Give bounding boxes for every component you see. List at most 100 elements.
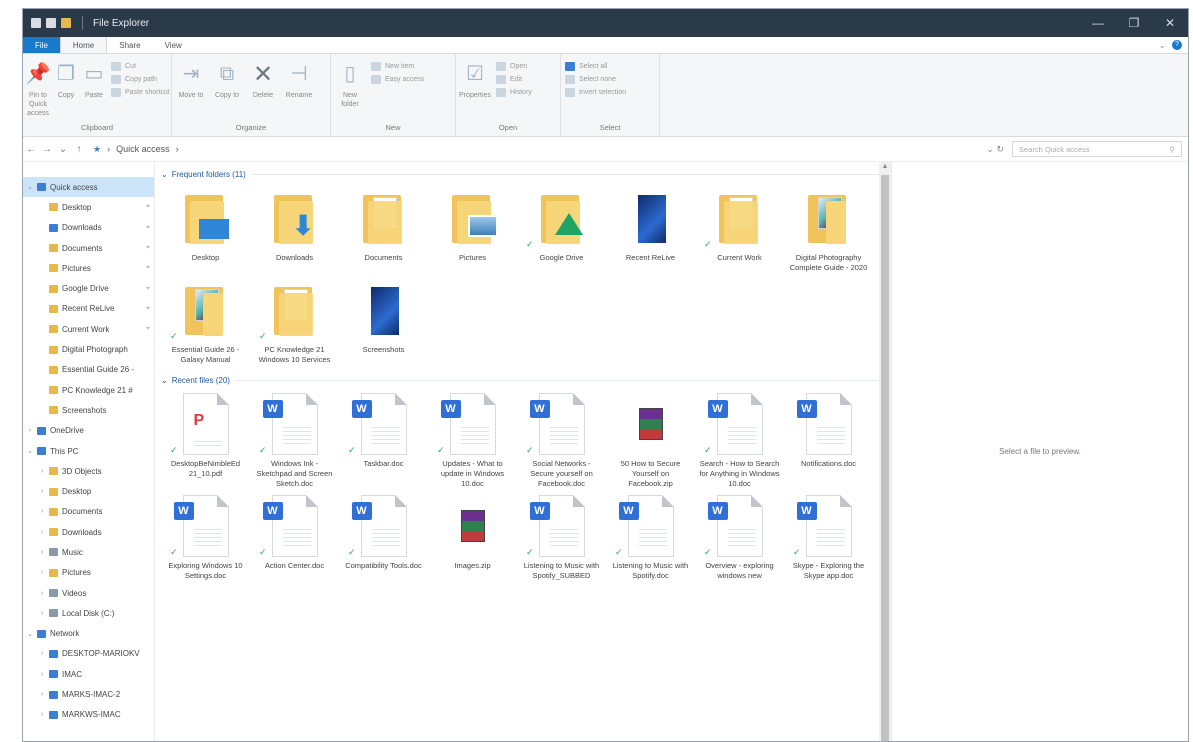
file-tile[interactable]: 50 How to Secure Yourself on Facebook.zi…: [606, 387, 695, 489]
pin-to-quick-access-button[interactable]: 📌 Pin to Quick access: [26, 58, 51, 121]
copy-to-button[interactable]: ⧉ Copy to: [212, 58, 242, 121]
vertical-scrollbar[interactable]: ▲: [879, 161, 891, 741]
file-tile[interactable]: W ✓ Search - How to Search for Anything in…: [695, 387, 784, 489]
folder-tile[interactable]: Documents: [339, 181, 428, 273]
breadcrumb[interactable]: ★ › Quick access ›: [93, 144, 179, 155]
nav-item[interactable]: PC Knowledge 21 #: [23, 380, 154, 400]
file-tile[interactable]: W ✓ Exploring Windows 10 Settings.doc: [161, 489, 250, 581]
file-tile[interactable]: W ✓ Updates - What to update in Windows 10…: [428, 387, 517, 489]
nav-item[interactable]: › DESKTOP-MARIOKV: [23, 644, 154, 664]
folder-tile[interactable]: Digital Photography Complete Guide - 202…: [784, 181, 873, 273]
file-tile[interactable]: Images.zip: [428, 489, 517, 581]
chevron-right-icon[interactable]: ›: [37, 590, 47, 597]
navigation-pane[interactable]: ⌄ Quick access Desktop ⌖ Downloads ⌖ Documents…: [23, 161, 155, 741]
nav-item[interactable]: ⌄ Quick access: [23, 177, 154, 198]
tab-share[interactable]: Share: [107, 37, 152, 53]
nav-item[interactable]: › MARKWS-IMAC: [23, 705, 154, 725]
refresh-icon[interactable]: ⌄ ↻: [986, 144, 1004, 155]
back-arrow-icon[interactable]: ←: [23, 144, 39, 155]
forward-arrow-icon[interactable]: →: [39, 144, 55, 155]
folder-tile[interactable]: ✓ PC Knowledge 21 Windows 10 Services: [250, 273, 339, 365]
nav-item[interactable]: › Local Disk (C:): [23, 603, 154, 623]
folder-tile[interactable]: ✓ Current Work: [695, 181, 784, 273]
help-icon[interactable]: ?: [1172, 40, 1182, 50]
chevron-right-icon[interactable]: ›: [37, 529, 47, 536]
close-button[interactable]: ✕: [1152, 16, 1188, 30]
up-arrow-icon[interactable]: ↑: [71, 144, 87, 155]
chevron-right-icon[interactable]: ›: [37, 488, 47, 495]
folder-tile[interactable]: ⬇ Downloads: [250, 181, 339, 273]
select-all-button[interactable]: Select all: [565, 62, 626, 71]
nav-item[interactable]: › Videos: [23, 583, 154, 603]
file-tile[interactable]: W ✓ Overview - exploring windows new: [695, 489, 784, 581]
paste-shortcut-button[interactable]: Paste shortcut: [111, 88, 170, 97]
nav-item[interactable]: › Documents: [23, 502, 154, 522]
maximize-button[interactable]: ❐: [1116, 16, 1152, 30]
invert-selection-button[interactable]: Invert selection: [565, 88, 626, 97]
folder-tile[interactable]: Desktop: [161, 181, 250, 273]
nav-item[interactable]: › IMAC: [23, 664, 154, 684]
nav-item[interactable]: Desktop ⌖: [23, 197, 154, 217]
new-item-button[interactable]: New item: [371, 62, 424, 71]
file-tile[interactable]: W ✓ Skype - Exploring the Skype app.doc: [784, 489, 873, 581]
new-folder-icon[interactable]: [61, 18, 71, 28]
tab-view[interactable]: View: [153, 37, 194, 53]
search-input[interactable]: Search Quick access ⚲: [1012, 141, 1182, 157]
easy-access-button[interactable]: Easy access: [371, 75, 424, 84]
nav-item[interactable]: Downloads ⌖: [23, 218, 154, 238]
open-button[interactable]: Open: [496, 62, 532, 71]
nav-item[interactable]: › Music: [23, 542, 154, 562]
move-to-button[interactable]: ⇥ Move to: [176, 58, 206, 121]
folder-tile[interactable]: Recent ReLive: [606, 181, 695, 273]
scrollbar-thumb[interactable]: [881, 175, 889, 741]
nav-item[interactable]: › OneDrive: [23, 421, 154, 441]
nav-item[interactable]: ⌄ This PC: [23, 441, 154, 461]
chevron-down-icon[interactable]: ⌄: [1158, 40, 1166, 51]
nav-item[interactable]: Documents ⌖: [23, 238, 154, 258]
chevron-down-icon[interactable]: ⌄: [25, 183, 35, 191]
group-header-frequent[interactable]: ⌄ Frequent folders (11): [161, 167, 891, 181]
file-tile[interactable]: P ✓ DesktopBeNimbleEd 21_10.pdf: [161, 387, 250, 489]
edit-button[interactable]: Edit: [496, 75, 532, 84]
file-tile[interactable]: W ✓ Compatibility Tools.doc: [339, 489, 428, 581]
nav-item[interactable]: › MARKS-IMAC-2: [23, 684, 154, 704]
delete-button[interactable]: ✕ Delete: [248, 58, 278, 121]
copy-button[interactable]: ❐ Copy: [55, 58, 77, 121]
scroll-up-arrow-icon[interactable]: ▲: [879, 163, 891, 170]
minimize-button[interactable]: —: [1080, 16, 1116, 30]
file-tile[interactable]: W ✓ Listening to Music with Spotify.doc: [606, 489, 695, 581]
nav-item[interactable]: › Downloads: [23, 522, 154, 542]
file-tile[interactable]: W ✓ Windows Ink - Sketchpad and Screen Ske…: [250, 387, 339, 489]
folder-tile[interactable]: Pictures: [428, 181, 517, 273]
nav-item[interactable]: › Pictures: [23, 563, 154, 583]
chevron-right-icon[interactable]: ›: [37, 549, 47, 556]
properties-icon[interactable]: [46, 18, 56, 28]
paste-button[interactable]: ▭ Paste: [83, 58, 105, 121]
file-tile[interactable]: W ✓ Action Center.doc: [250, 489, 339, 581]
folder-tile[interactable]: ✓ Essential Guide 26 - Galaxy Manual: [161, 273, 250, 365]
tab-file[interactable]: File: [23, 37, 60, 53]
chevron-down-icon[interactable]: ⌄: [25, 630, 35, 638]
chevron-right-icon[interactable]: ›: [37, 610, 47, 617]
select-none-button[interactable]: Select none: [565, 75, 626, 84]
cut-button[interactable]: Cut: [111, 62, 170, 71]
nav-item[interactable]: Digital Photograph: [23, 339, 154, 359]
file-tile[interactable]: W ✓ Taskbar.doc: [339, 387, 428, 489]
copy-path-button[interactable]: Copy path: [111, 75, 170, 84]
breadcrumb-quick-access[interactable]: Quick access: [116, 144, 170, 154]
group-header-recent[interactable]: ⌄ Recent files (20): [161, 373, 891, 387]
nav-item[interactable]: Pictures ⌖: [23, 258, 154, 278]
folder-tile[interactable]: ✓ Google Drive: [517, 181, 606, 273]
chevron-right-icon[interactable]: ›: [37, 468, 47, 475]
nav-item[interactable]: › 3D Objects: [23, 461, 154, 481]
file-tile[interactable]: W ✓ Listening to Music with Spotify_SUBBED: [517, 489, 606, 581]
file-tile[interactable]: W Notifications.doc: [784, 387, 873, 489]
nav-item[interactable]: Recent ReLive ⌖: [23, 299, 154, 319]
nav-item[interactable]: ⌄ Network: [23, 624, 154, 644]
properties-button[interactable]: ☑ Properties: [459, 58, 491, 121]
recent-locations-chevron-icon[interactable]: ⌄: [55, 144, 71, 155]
chevron-right-icon[interactable]: ›: [37, 691, 47, 698]
nav-item[interactable]: Screenshots: [23, 400, 154, 420]
nav-item[interactable]: Current Work ⌖: [23, 319, 154, 339]
chevron-right-icon[interactable]: ›: [25, 427, 35, 434]
